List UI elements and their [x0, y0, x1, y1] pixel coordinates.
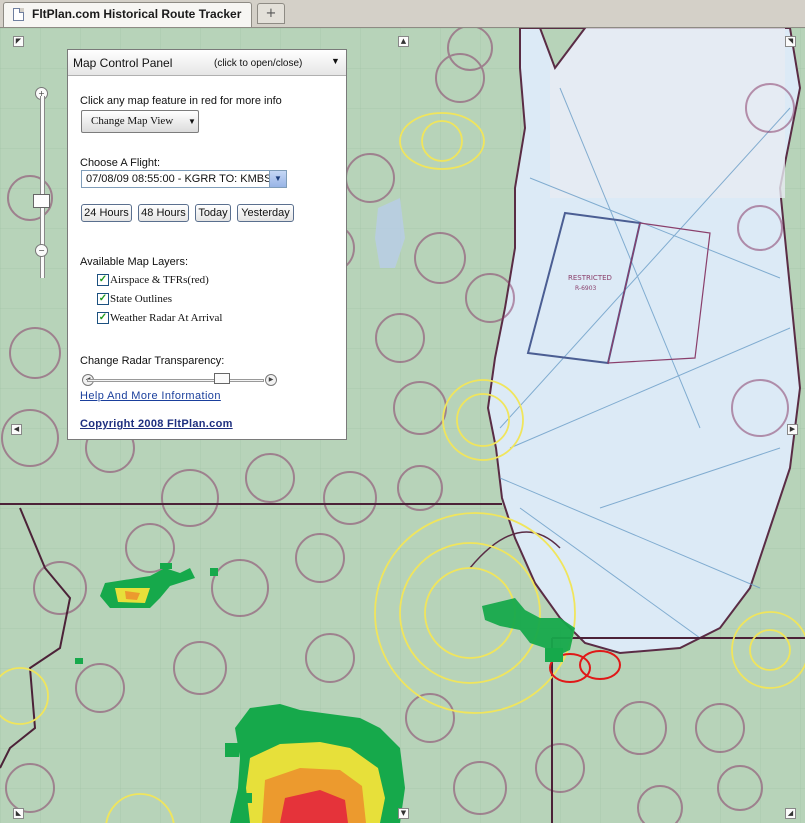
checkbox[interactable]: ✓ — [97, 274, 109, 286]
checkbox[interactable]: ✓ — [97, 312, 109, 324]
pan-south-arrow-icon[interactable]: ▼ — [398, 808, 409, 819]
transparency-label: Change Radar Transparency: — [80, 355, 225, 367]
browser-tab[interactable]: FltPlan.com Historical Route Tracker — [3, 2, 252, 27]
pan-northeast-arrow-icon[interactable]: ◥ — [785, 36, 796, 47]
restricted-id: R-6903 — [575, 285, 597, 292]
chevron-down-icon[interactable]: ▼ — [331, 56, 340, 66]
layer-label: State Outlines — [110, 293, 173, 305]
zoom-slider-handle[interactable] — [33, 194, 50, 208]
help-link[interactable]: Help And More Information — [80, 390, 221, 402]
checkbox[interactable]: ✓ — [97, 293, 109, 305]
radar-transparency-handle[interactable] — [214, 373, 230, 384]
pan-southwest-arrow-icon[interactable]: ◣ — [13, 808, 24, 819]
pan-southeast-arrow-icon[interactable]: ◢ — [785, 808, 796, 819]
flight-select-value: 07/08/09 08:55:00 - KGRR TO: KMBS — [86, 173, 272, 185]
last-24-hours-button[interactable]: 24 Hours — [81, 204, 132, 222]
map-control-panel: Map Control Panel (click to open/close) … — [67, 49, 347, 440]
today-button[interactable]: Today — [195, 204, 231, 222]
restricted-label: RESTRICTED — [568, 274, 612, 282]
tab-title: FltPlan.com Historical Route Tracker — [32, 7, 242, 21]
browser-tab-bar: FltPlan.com Historical Route Tracker + — [0, 0, 805, 28]
layers-label: Available Map Layers: — [80, 256, 189, 268]
panel-hint: (click to open/close) — [214, 58, 303, 69]
slider-right-arrow-icon[interactable]: ▶ — [265, 374, 277, 386]
layer-label: Weather Radar At Arrival — [110, 312, 223, 324]
caret-down-icon: ▼ — [188, 117, 196, 126]
pan-west-arrow-icon[interactable]: ◀ — [11, 424, 22, 435]
change-map-view-button[interactable]: Change Map View ▼ — [81, 110, 199, 133]
dropdown-arrow-icon[interactable]: ▼ — [269, 171, 286, 187]
zoom-out-minus-icon[interactable]: − — [35, 244, 48, 257]
pan-northwest-arrow-icon[interactable]: ◤ — [13, 36, 24, 47]
choose-flight-label: Choose A Flight: — [80, 157, 161, 169]
panel-title: Map Control Panel — [73, 56, 173, 70]
yesterday-button[interactable]: Yesterday — [237, 204, 294, 222]
change-map-view-label: Change Map View — [91, 115, 174, 127]
pan-east-arrow-icon[interactable]: ▶ — [787, 424, 798, 435]
panel-header[interactable]: Map Control Panel (click to open/close) … — [68, 50, 346, 76]
panel-instruction: Click any map feature in red for more in… — [80, 95, 282, 107]
flight-select[interactable]: 07/08/09 08:55:00 - KGRR TO: KMBS ▼ — [81, 170, 287, 188]
new-tab-button[interactable]: + — [257, 3, 285, 24]
copyright-link[interactable]: Copyright 2008 FltPlan.com — [80, 418, 233, 430]
layer-label: Airspace & TFRs(red) — [110, 274, 209, 286]
radar-transparency-slider[interactable] — [87, 379, 264, 382]
last-48-hours-button[interactable]: 48 Hours — [138, 204, 189, 222]
page-icon — [13, 8, 24, 21]
pan-north-arrow-icon[interactable]: ▲ — [398, 36, 409, 47]
